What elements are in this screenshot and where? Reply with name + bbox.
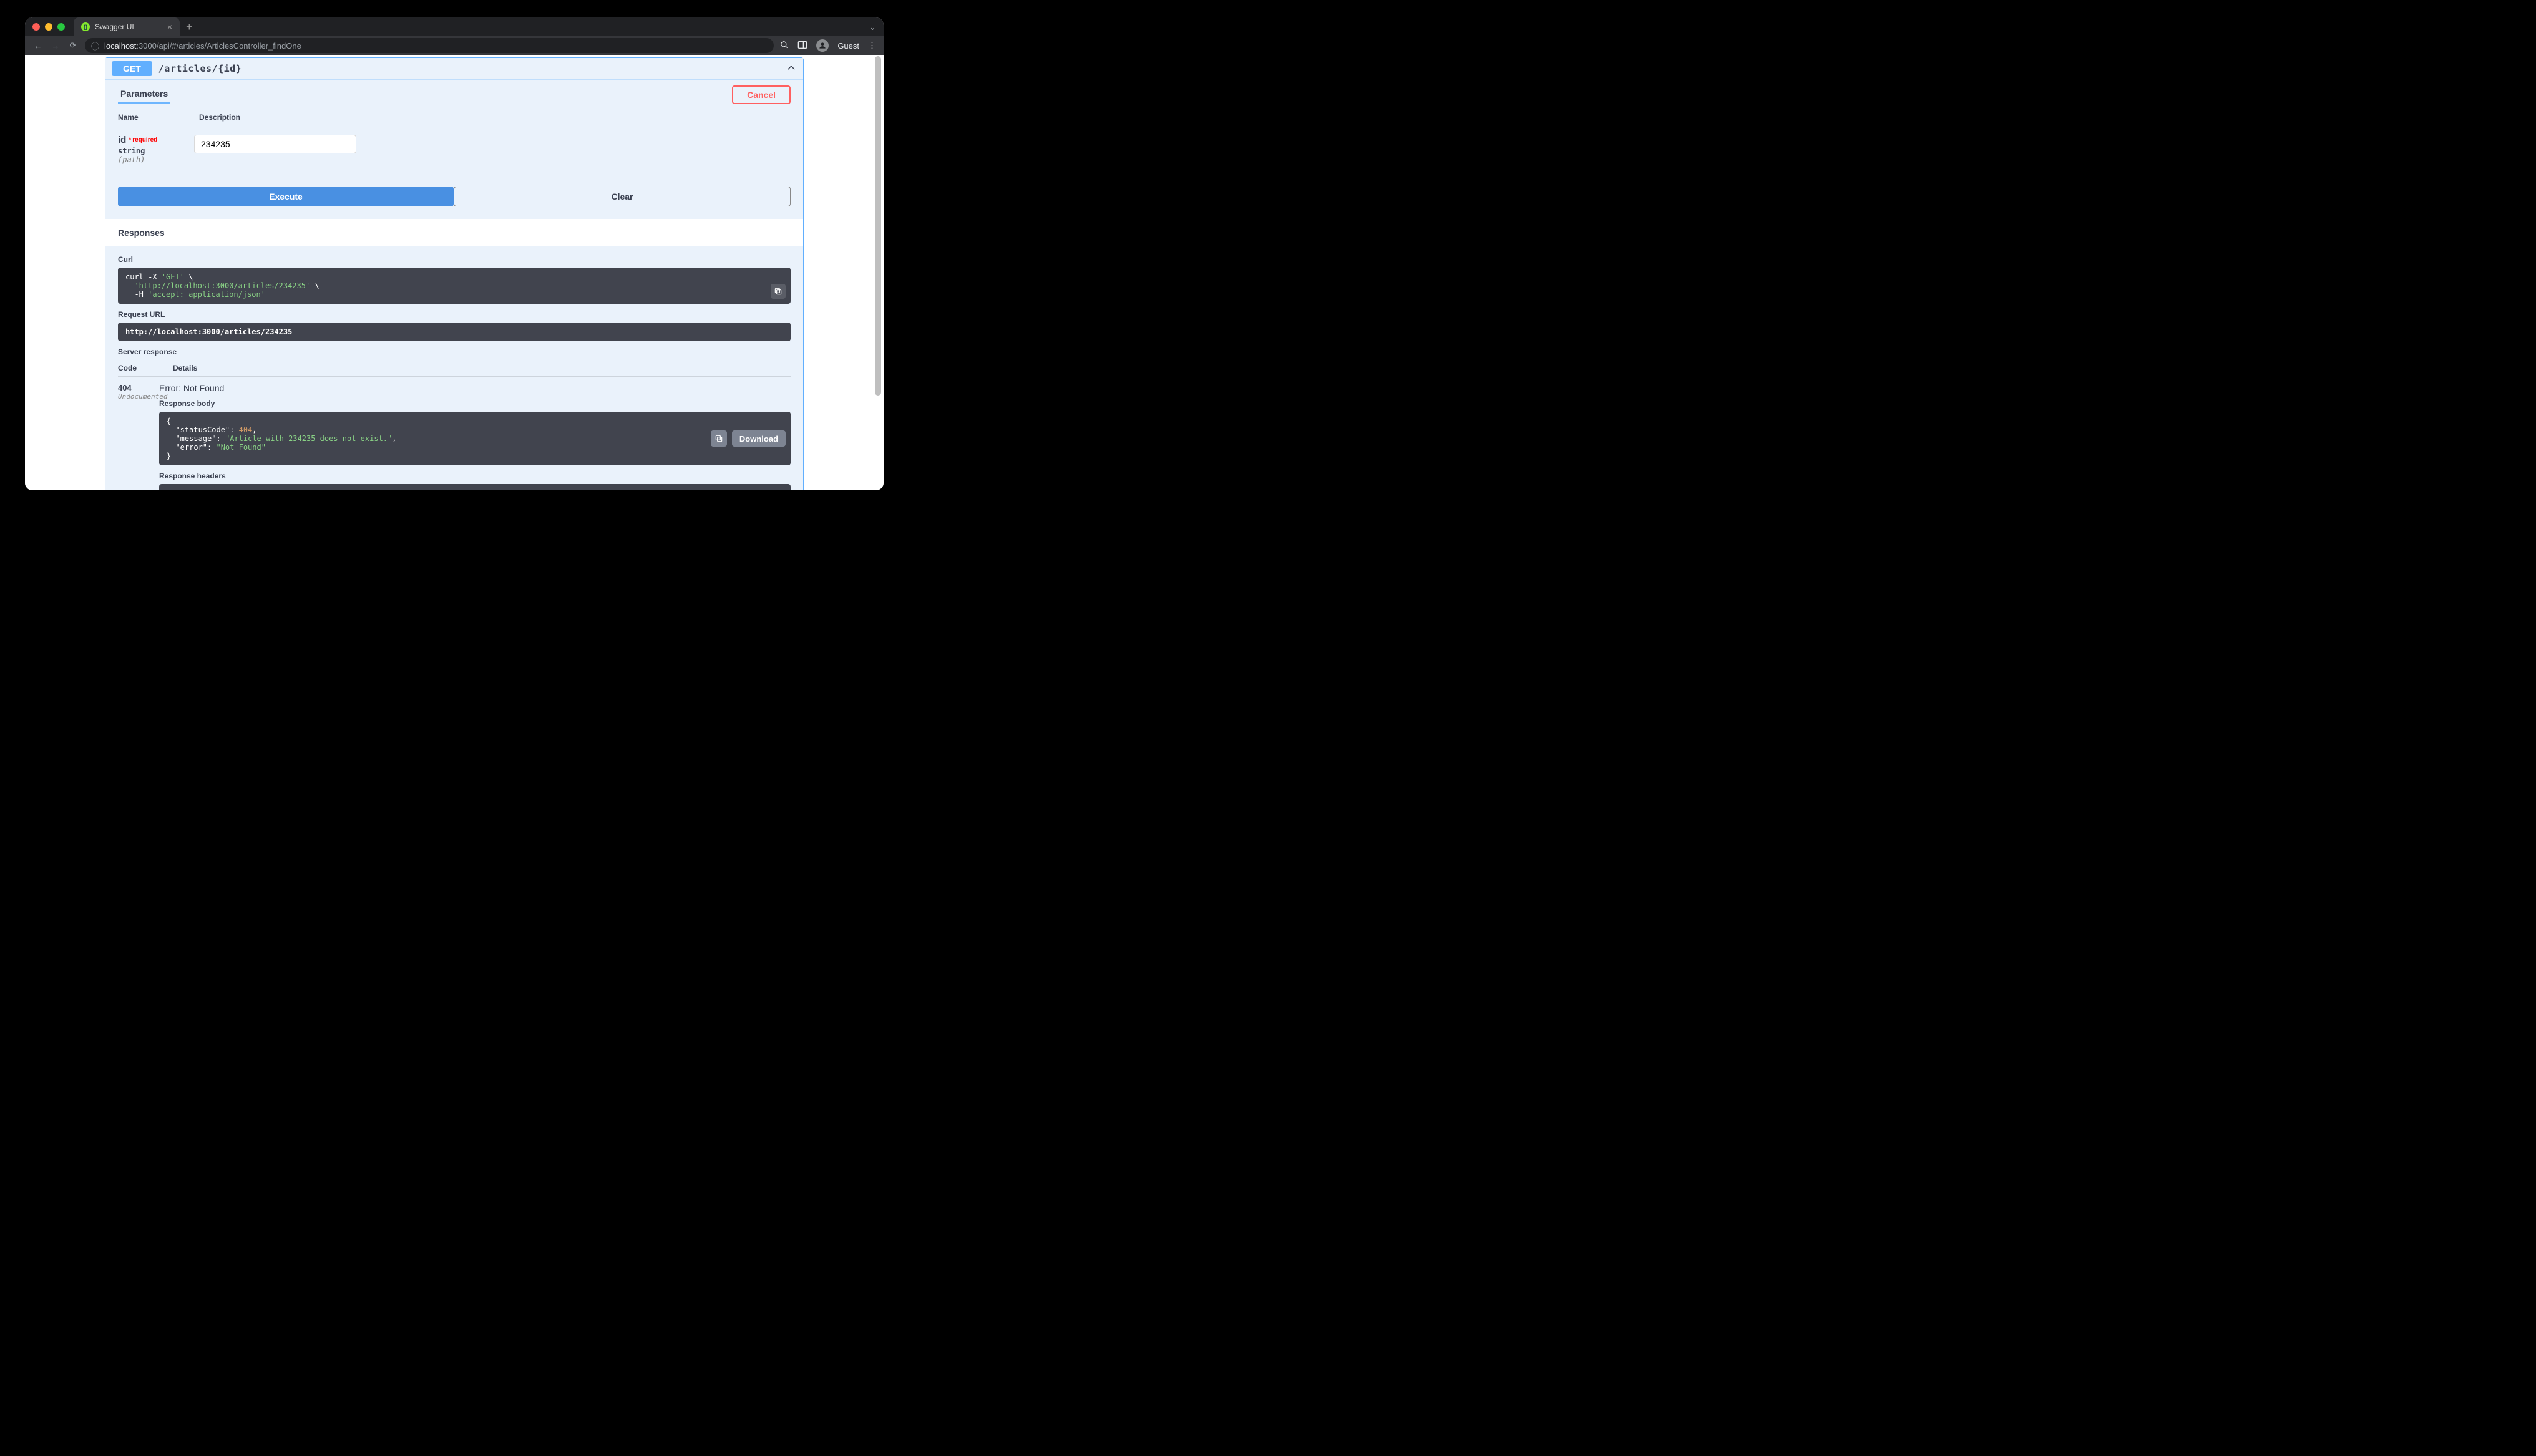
url-host: localhost (104, 41, 136, 51)
minimize-window-icon[interactable] (45, 23, 52, 31)
response-body-label: Response body (159, 399, 791, 408)
response-headers-block: connection: keep-alive content-length: 8… (159, 484, 791, 490)
chevron-up-icon[interactable] (786, 62, 797, 75)
param-in: (path) (118, 155, 162, 164)
kebab-menu-icon[interactable]: ⋮ (868, 41, 876, 51)
profile-avatar-icon[interactable] (816, 39, 829, 52)
panel-icon[interactable] (797, 41, 807, 51)
curl-block: curl -X 'GET' \ 'http://localhost:3000/a… (118, 268, 791, 304)
vertical-scrollbar[interactable] (874, 55, 882, 490)
response-headers-label: Response headers (159, 472, 791, 480)
responses-heading: Responses (105, 219, 803, 246)
new-tab-button[interactable]: + (186, 21, 193, 32)
url-input[interactable]: ⓘ localhost:3000/api/#/articles/Articles… (85, 38, 774, 53)
execute-button[interactable]: Execute (118, 187, 454, 206)
operation-summary[interactable]: GET /articles/{id} (105, 58, 803, 79)
curl-label: Curl (118, 255, 791, 264)
toolbar-right: Guest ⋮ (780, 39, 876, 52)
back-icon[interactable]: ← (32, 41, 44, 51)
guest-label: Guest (837, 41, 859, 51)
swagger-favicon-icon: {} (81, 22, 90, 31)
close-window-icon[interactable] (32, 23, 40, 31)
response-body-block: { "statusCode": 404, "message": "Article… (159, 412, 791, 465)
download-button[interactable]: Download (732, 430, 786, 447)
tab-close-icon[interactable]: × (167, 22, 172, 31)
browser-window: {} Swagger UI × + ⌄ ← → ⟳ ⓘ localhost:30… (25, 17, 884, 490)
maximize-window-icon[interactable] (57, 23, 65, 31)
copy-curl-icon[interactable] (771, 284, 786, 299)
reload-icon[interactable]: ⟳ (67, 41, 79, 51)
param-required-badge: required (129, 137, 157, 143)
param-row: idrequired string (path) (118, 127, 791, 177)
param-value-input[interactable] (194, 135, 356, 153)
clear-button[interactable]: Clear (454, 187, 791, 206)
site-info-icon[interactable]: ⓘ (91, 40, 99, 52)
resp-col-details: Details (173, 364, 197, 372)
http-method-badge: GET (112, 61, 152, 76)
response-status-code: 404 (118, 383, 159, 392)
address-bar: ← → ⟳ ⓘ localhost:3000/api/#/articles/Ar… (25, 36, 884, 55)
param-type: string (118, 147, 162, 155)
page-content: GET /articles/{id} Parameters Cancel Nam… (25, 55, 884, 490)
param-name: id (118, 135, 126, 145)
param-col-name: Name (118, 113, 162, 122)
titlebar: {} Swagger UI × + ⌄ (25, 17, 884, 36)
browser-tab[interactable]: {} Swagger UI × (74, 17, 180, 36)
parameters-header: Parameters Cancel (105, 80, 803, 104)
resp-col-code: Code (118, 364, 155, 372)
url-path: :3000/api/#/articles/ArticlesController_… (136, 41, 301, 51)
operation-path: /articles/{id} (158, 63, 241, 74)
operation-block: GET /articles/{id} Parameters Cancel Nam… (105, 57, 804, 490)
tab-expand-icon[interactable]: ⌄ (869, 22, 876, 32)
zoom-icon[interactable] (780, 41, 789, 51)
error-line: Error: Not Found (159, 383, 791, 393)
undocumented-label: Undocumented (118, 392, 159, 400)
tab-title: Swagger UI (95, 22, 134, 31)
request-url-label: Request URL (118, 310, 791, 319)
traffic-lights (32, 23, 65, 31)
server-response-label: Server response (118, 347, 791, 356)
parameters-tab[interactable]: Parameters (118, 85, 170, 104)
cancel-button[interactable]: Cancel (732, 85, 791, 104)
copy-response-icon[interactable] (711, 430, 727, 447)
param-col-description: Description (199, 113, 240, 122)
request-url-block: http://localhost:3000/articles/234235 (118, 323, 791, 341)
forward-icon[interactable]: → (50, 41, 61, 51)
